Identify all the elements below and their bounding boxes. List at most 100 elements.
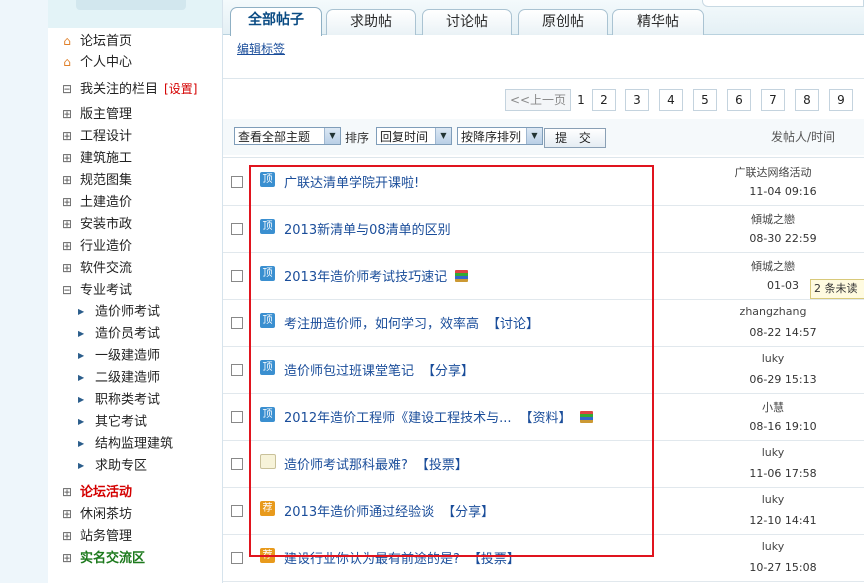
- post-tag[interactable]: 【投票】: [416, 458, 468, 473]
- nav-exam-sub[interactable]: ▶ 二级建造师: [78, 368, 160, 388]
- nav-exam-sub[interactable]: ▶ 结构监理建筑: [78, 434, 173, 454]
- post-checkbox[interactable]: [231, 411, 243, 423]
- post-checkbox[interactable]: [231, 176, 243, 188]
- expand-icon[interactable]: [60, 104, 74, 124]
- arrow-right-icon: ▶: [78, 439, 85, 448]
- expand-icon[interactable]: [60, 192, 74, 212]
- post-checkbox[interactable]: [231, 270, 243, 282]
- pager-page[interactable]: 2: [592, 89, 616, 111]
- post-author[interactable]: 傾城之戀: [718, 258, 828, 274]
- post-checkbox[interactable]: [231, 552, 243, 564]
- expand-icon[interactable]: [60, 258, 74, 278]
- post-author[interactable]: luky: [718, 493, 828, 506]
- post-title-link[interactable]: 考注册造价师，如何学习，效率高 【讨论】: [284, 313, 539, 332]
- post-time: 08-22 14:57: [749, 326, 817, 339]
- tab-help[interactable]: 求助帖: [326, 9, 416, 35]
- pager-page[interactable]: 4: [659, 89, 683, 111]
- nav-category[interactable]: 安装市政: [60, 214, 132, 234]
- sort-by-select[interactable]: 回复时间 ▼: [376, 127, 452, 145]
- nav-exam-sub[interactable]: ▶ 其它考试: [78, 412, 147, 432]
- post-checkbox[interactable]: [231, 364, 243, 376]
- post-checkbox[interactable]: [231, 223, 243, 235]
- pager-prev-button[interactable]: <<上一页: [505, 89, 571, 111]
- post-title-link[interactable]: 2013新清单与08清单的区别: [284, 219, 451, 238]
- tab-featured[interactable]: 精华帖: [612, 9, 704, 35]
- collapse-icon[interactable]: [60, 79, 74, 99]
- post-title-link[interactable]: 建设行业你认为最有前途的是? 【投票】: [284, 548, 520, 567]
- expand-icon[interactable]: [60, 126, 74, 146]
- post-author[interactable]: luky: [718, 352, 828, 365]
- nav-teahouse[interactable]: 休闲茶坊: [60, 504, 132, 524]
- expand-icon[interactable]: [60, 236, 74, 256]
- post-title-link[interactable]: 造价师包过班课堂笔记 【分享】: [284, 360, 474, 379]
- tab-discussion[interactable]: 讨论帖: [422, 9, 512, 35]
- collapse-icon[interactable]: [60, 280, 74, 300]
- nav-personal-center[interactable]: ⌂ 个人中心: [60, 52, 132, 72]
- nav-category[interactable]: 版主管理: [60, 104, 132, 124]
- post-author[interactable]: 广联达网络活动: [718, 164, 828, 180]
- expand-icon[interactable]: [60, 548, 74, 568]
- order-select[interactable]: 按降序排列 ▼: [457, 127, 543, 145]
- expand-icon[interactable]: [60, 504, 74, 524]
- expand-icon[interactable]: [60, 482, 74, 502]
- post-title-link[interactable]: 2012年造价工程师《建设工程技术与... 【资料】: [284, 407, 593, 426]
- pinned-badge-icon: 顶: [260, 219, 275, 234]
- pager-page[interactable]: 7: [761, 89, 785, 111]
- post-author[interactable]: luky: [718, 540, 828, 553]
- nav-category[interactable]: 规范图集: [60, 170, 132, 190]
- post-author[interactable]: luky: [718, 446, 828, 459]
- author-time-header: 发帖人/时间: [771, 130, 836, 144]
- pager-page[interactable]: 6: [727, 89, 751, 111]
- post-checkbox[interactable]: [231, 458, 243, 470]
- left-strip: [0, 0, 48, 583]
- expand-icon[interactable]: [60, 526, 74, 546]
- nav-realname-zone[interactable]: 实名交流区: [60, 548, 145, 568]
- nav-category[interactable]: 行业造价: [60, 236, 132, 256]
- nav-exam-sub[interactable]: ▶ 造价师考试: [78, 302, 160, 322]
- submit-button[interactable]: 提 交: [544, 128, 606, 148]
- expand-icon[interactable]: [60, 214, 74, 234]
- nav-exam-sub[interactable]: ▶ 职称类考试: [78, 390, 160, 410]
- nav-exam-sub[interactable]: ▶ 造价员考试: [78, 324, 160, 344]
- view-select[interactable]: 查看全部主题 ▼: [234, 127, 341, 145]
- nav-forum-home[interactable]: ⌂ 论坛首页: [60, 31, 132, 51]
- nav-exam-sub[interactable]: ▶ 求助专区: [78, 456, 147, 476]
- pager-page[interactable]: 8: [795, 89, 819, 111]
- nav-category[interactable]: 软件交流: [60, 258, 132, 278]
- post-checkbox[interactable]: [231, 317, 243, 329]
- settings-link[interactable]: [设置]: [164, 82, 197, 96]
- tab-original[interactable]: 原创帖: [518, 9, 608, 35]
- nav-category[interactable]: 土建造价: [60, 192, 132, 212]
- post-title-link[interactable]: 2013年造价师通过经验谈 【分享】: [284, 501, 494, 520]
- attachment-books-icon: [455, 270, 469, 282]
- edit-tags-link[interactable]: 编辑标签: [237, 40, 285, 57]
- nav-professional-exam[interactable]: 专业考试: [60, 280, 132, 300]
- post-author[interactable]: 傾城之戀: [718, 211, 828, 227]
- post-tag[interactable]: 【分享】: [442, 505, 494, 520]
- pager-page[interactable]: 3: [625, 89, 649, 111]
- post-title-link[interactable]: 广联达清单学院开课啦!: [284, 172, 419, 191]
- post-checkbox[interactable]: [231, 505, 243, 517]
- nav-followed[interactable]: 我关注的栏目[设置]: [60, 79, 197, 99]
- tab-all-posts[interactable]: 全部帖子: [230, 7, 322, 36]
- nav-category[interactable]: 工程设计: [60, 126, 132, 146]
- nav-exam-sub[interactable]: ▶ 一级建造师: [78, 346, 160, 366]
- post-author[interactable]: zhangzhang: [718, 305, 828, 318]
- expand-icon[interactable]: [60, 170, 74, 190]
- post-author[interactable]: 小慧: [718, 399, 828, 415]
- post-tag[interactable]: 【分享】: [422, 364, 474, 379]
- post-tag[interactable]: 【讨论】: [487, 317, 539, 332]
- unread-tooltip[interactable]: 2 条未读: [810, 279, 864, 299]
- pager-page[interactable]: 9: [829, 89, 853, 111]
- nav-site-admin[interactable]: 站务管理: [60, 526, 132, 546]
- expand-icon[interactable]: [60, 148, 74, 168]
- pager-page[interactable]: 5: [693, 89, 717, 111]
- post-tag[interactable]: 【投票】: [468, 552, 520, 567]
- post-title-link[interactable]: 造价师考试那科最难? 【投票】: [284, 454, 468, 473]
- post-row: 顶 2013新清单与08清单的区别 傾城之戀 08-30 22:59: [223, 206, 864, 253]
- nav-forum-activity[interactable]: 论坛活动: [60, 482, 132, 502]
- post-tag[interactable]: 【资料】: [519, 411, 571, 426]
- arrow-right-icon: ▶: [78, 351, 85, 360]
- nav-category[interactable]: 建筑施工: [60, 148, 132, 168]
- post-title-link[interactable]: 2013年造价师考试技巧速记: [284, 266, 469, 285]
